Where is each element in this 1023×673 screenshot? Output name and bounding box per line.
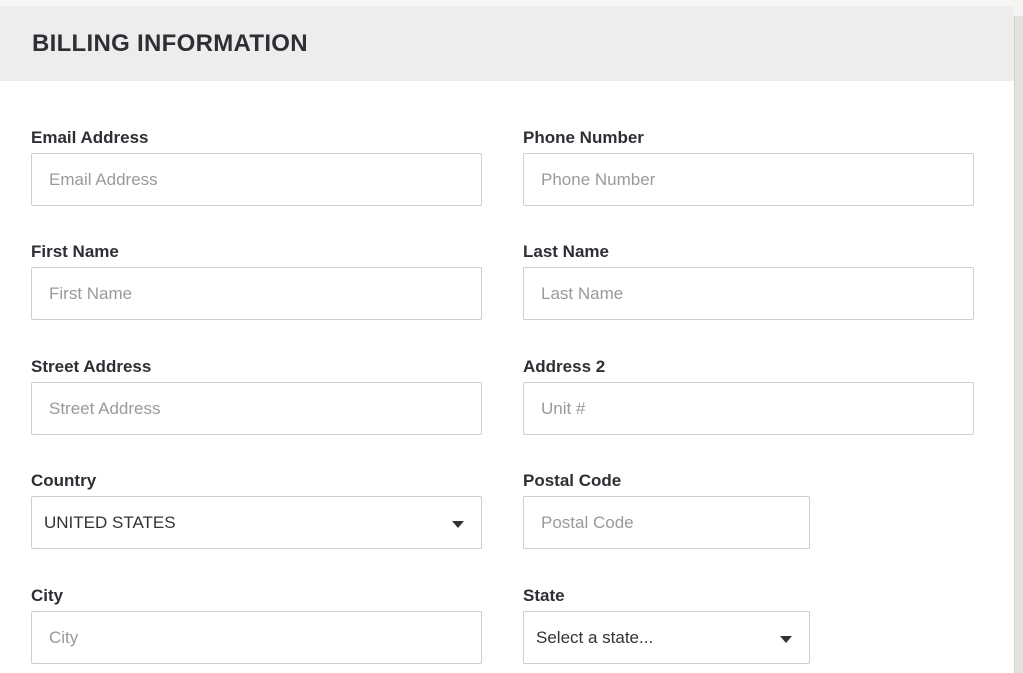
phone-box [523, 153, 974, 206]
phone-input[interactable] [524, 154, 973, 205]
first-name-box [31, 267, 482, 320]
scrollbar[interactable] [1014, 16, 1023, 673]
city-input[interactable] [32, 612, 481, 663]
caret-down-icon [452, 521, 464, 528]
city-box [31, 611, 482, 664]
street-address-box [31, 382, 482, 435]
first-name-label: First Name [31, 242, 119, 261]
address2-input[interactable] [524, 383, 973, 434]
panel-header: BILLING INFORMATION [0, 6, 1014, 81]
street-address-input[interactable] [32, 383, 481, 434]
address2-label: Address 2 [523, 357, 606, 376]
address2-box [523, 382, 974, 435]
phone-label: Phone Number [523, 128, 644, 147]
country-label: Country [31, 471, 97, 490]
billing-panel: BILLING INFORMATION Email Address Phone … [0, 6, 1014, 673]
state-select[interactable]: Select a state... [523, 611, 810, 664]
last-name-input[interactable] [524, 268, 973, 319]
city-label: City [31, 586, 64, 605]
first-name-input[interactable] [32, 268, 481, 319]
panel-title: BILLING INFORMATION [32, 29, 308, 57]
postal-code-box [523, 496, 810, 549]
email-label: Email Address [31, 128, 149, 147]
postal-code-input[interactable] [524, 497, 809, 548]
street-address-label: Street Address [31, 357, 152, 376]
state-selected-value: Select a state... [536, 627, 654, 647]
country-selected-value: UNITED STATES [44, 512, 176, 532]
last-name-label: Last Name [523, 242, 609, 261]
country-select[interactable]: UNITED STATES [31, 496, 482, 549]
postal-code-label: Postal Code [523, 471, 622, 490]
caret-down-icon [780, 636, 792, 643]
state-label: State [523, 586, 565, 605]
email-box [31, 153, 482, 206]
email-input[interactable] [32, 154, 481, 205]
last-name-box [523, 267, 974, 320]
